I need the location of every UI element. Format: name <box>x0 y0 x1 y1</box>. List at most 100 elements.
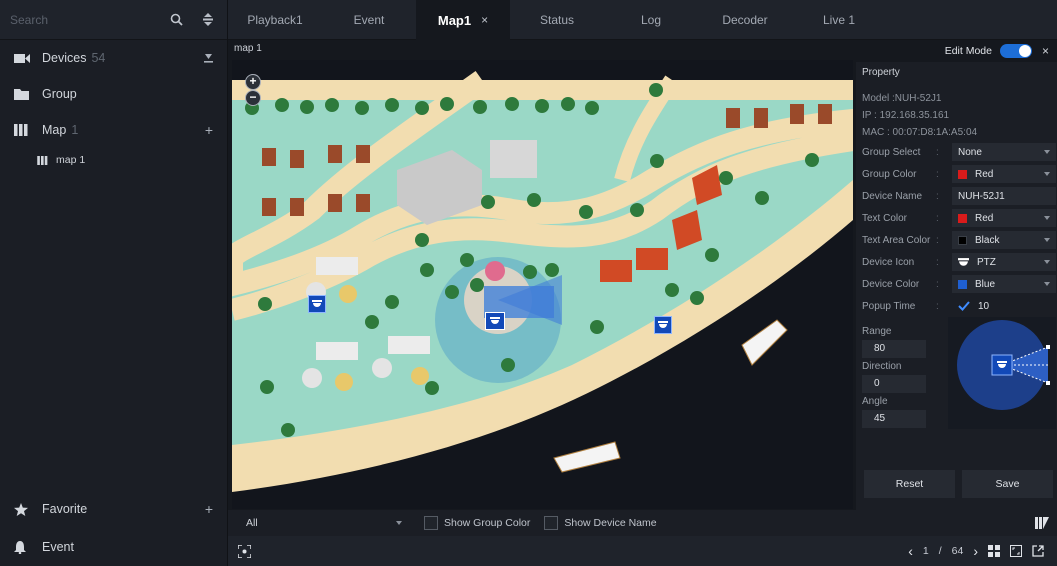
direction-input[interactable]: 0 <box>862 375 926 393</box>
dropdown-value: PTZ <box>977 256 996 268</box>
sidebar-item-group[interactable]: Group <box>0 76 227 112</box>
sidebar-item-event[interactable]: Event <box>0 528 227 566</box>
range-input[interactable]: 80 <box>862 340 926 358</box>
property-label: Device Icon <box>862 256 915 268</box>
device-name-input[interactable]: NUH-52J1 <box>952 187 1056 205</box>
prev-page-icon[interactable]: ‹ <box>908 543 913 559</box>
property-label: Device Color <box>862 278 920 290</box>
tab-label: Playback1 <box>247 13 303 27</box>
color-swatch <box>958 169 967 179</box>
group-color-row: Group Color: Red <box>856 163 1057 185</box>
device-marker-selected[interactable] <box>485 312 505 330</box>
export-icon[interactable] <box>1032 545 1044 557</box>
dropdown-value: Red <box>975 212 994 224</box>
map-icon <box>14 123 30 137</box>
sidebar-item-devices[interactable]: Devices 54 <box>0 40 227 76</box>
tab-status[interactable]: Status <box>510 0 604 40</box>
current-page[interactable]: 1 <box>923 545 929 557</box>
device-icon-dropdown[interactable]: PTZ <box>952 253 1056 271</box>
pagination: ‹ 1 / 64 › <box>903 536 1049 566</box>
map-name: map 1 <box>234 43 262 54</box>
map-icon <box>37 155 48 165</box>
add-map-icon[interactable]: + <box>205 122 213 138</box>
close-tab-icon[interactable]: × <box>481 13 488 27</box>
group-color-dropdown[interactable]: Red <box>952 165 1056 183</box>
tab-log[interactable]: Log <box>604 0 698 40</box>
sidebar: Devices 54 Group Map 1 + map 1 Favorite <box>0 0 228 566</box>
grid-layout-icon[interactable] <box>988 545 1000 557</box>
tab-label: Live 1 <box>822 13 856 27</box>
group-select-row: Group Select: None <box>856 141 1057 163</box>
caret-down-icon <box>1044 150 1050 154</box>
search-input[interactable] <box>10 12 167 27</box>
show-group-color-checkbox[interactable] <box>424 516 438 530</box>
group-select-dropdown[interactable]: None <box>952 143 1056 161</box>
dropdown-value: Red <box>975 168 994 180</box>
map-panel: map 1 + − <box>228 40 856 510</box>
fullscreen-icon[interactable] <box>1010 545 1022 557</box>
device-color-row: Device Color: Blue <box>856 273 1057 295</box>
text-area-color-dropdown[interactable]: Black <box>952 231 1056 249</box>
property-label: Group Color <box>862 168 917 180</box>
device-model: Model :NUH-52J1 <box>862 93 942 104</box>
download-icon[interactable] <box>204 50 213 66</box>
ptz-camera-icon <box>312 300 322 307</box>
text-color-row: Text Color: Red <box>856 207 1057 229</box>
ptz-camera-icon <box>658 321 668 328</box>
sidebar-item-map[interactable]: Map 1 + <box>0 112 227 148</box>
caret-down-icon <box>1044 216 1050 220</box>
sidebar-item-label: Favorite <box>42 502 88 516</box>
device-ip: IP : 192.168.35.161 <box>862 110 950 121</box>
property-label: Text Color <box>862 212 908 224</box>
tab-event[interactable]: Event <box>322 0 416 40</box>
caret-down-icon <box>1044 282 1050 286</box>
tab-label: Status <box>539 13 575 27</box>
fit-screen-icon[interactable] <box>238 544 251 558</box>
device-color-dropdown[interactable]: Blue <box>952 275 1056 293</box>
popup-time-field[interactable]: 10 <box>952 297 1056 315</box>
sort-icon[interactable] <box>199 11 217 29</box>
caret-down-icon <box>1044 172 1050 176</box>
close-panel-icon[interactable]: × <box>1042 44 1049 58</box>
tab-decoder[interactable]: Decoder <box>698 0 792 40</box>
text-area-color-row: Text Area Color: Black <box>856 229 1057 251</box>
checkmark-icon[interactable] <box>958 301 970 311</box>
vendor-logo-icon <box>1035 517 1049 529</box>
dropdown-value: All <box>246 517 258 529</box>
search-bar <box>0 0 227 40</box>
show-device-name-checkbox[interactable] <box>544 516 559 530</box>
camera-icon <box>14 51 30 65</box>
sidebar-item-label: Map <box>42 123 67 137</box>
sidebar-item-favorite[interactable]: Favorite + <box>0 490 227 528</box>
tab-map[interactable]: Map1 × <box>416 0 510 40</box>
zoom-in-button[interactable]: + <box>245 74 261 90</box>
map-list-item[interactable]: map 1 <box>0 148 227 172</box>
edit-mode-toggle[interactable] <box>999 44 1032 58</box>
tab-live[interactable]: Live 1 <box>792 0 886 40</box>
device-marker[interactable] <box>654 316 672 334</box>
zoom-out-button[interactable]: − <box>245 90 261 106</box>
save-button[interactable]: Save <box>962 470 1053 498</box>
show-group-color-label: Show Group Color <box>444 517 531 529</box>
tab-playback[interactable]: Playback1 <box>228 0 322 40</box>
next-page-icon[interactable]: › <box>973 543 978 559</box>
add-favorite-icon[interactable]: + <box>205 501 213 517</box>
map-canvas[interactable]: + − <box>232 60 853 509</box>
map-image <box>232 60 853 509</box>
angle-input[interactable]: 45 <box>862 410 926 428</box>
device-marker[interactable] <box>308 295 326 313</box>
star-icon <box>14 502 30 516</box>
dropdown-value: Blue <box>975 278 996 290</box>
device-count: 54 <box>91 51 106 65</box>
property-label: Text Area Color <box>862 234 931 246</box>
reset-button[interactable]: Reset <box>864 470 955 498</box>
search-icon[interactable] <box>167 11 185 29</box>
text-color-dropdown[interactable]: Red <box>952 209 1056 227</box>
layer-select-dropdown[interactable]: All <box>238 513 410 533</box>
coverage-preview[interactable] <box>948 317 1056 429</box>
color-swatch <box>958 235 967 245</box>
caret-down-icon <box>396 521 402 525</box>
sidebar-item-label: Group <box>42 87 77 101</box>
property-label: Group Select <box>862 146 921 158</box>
dropdown-value: Black <box>975 234 1000 246</box>
